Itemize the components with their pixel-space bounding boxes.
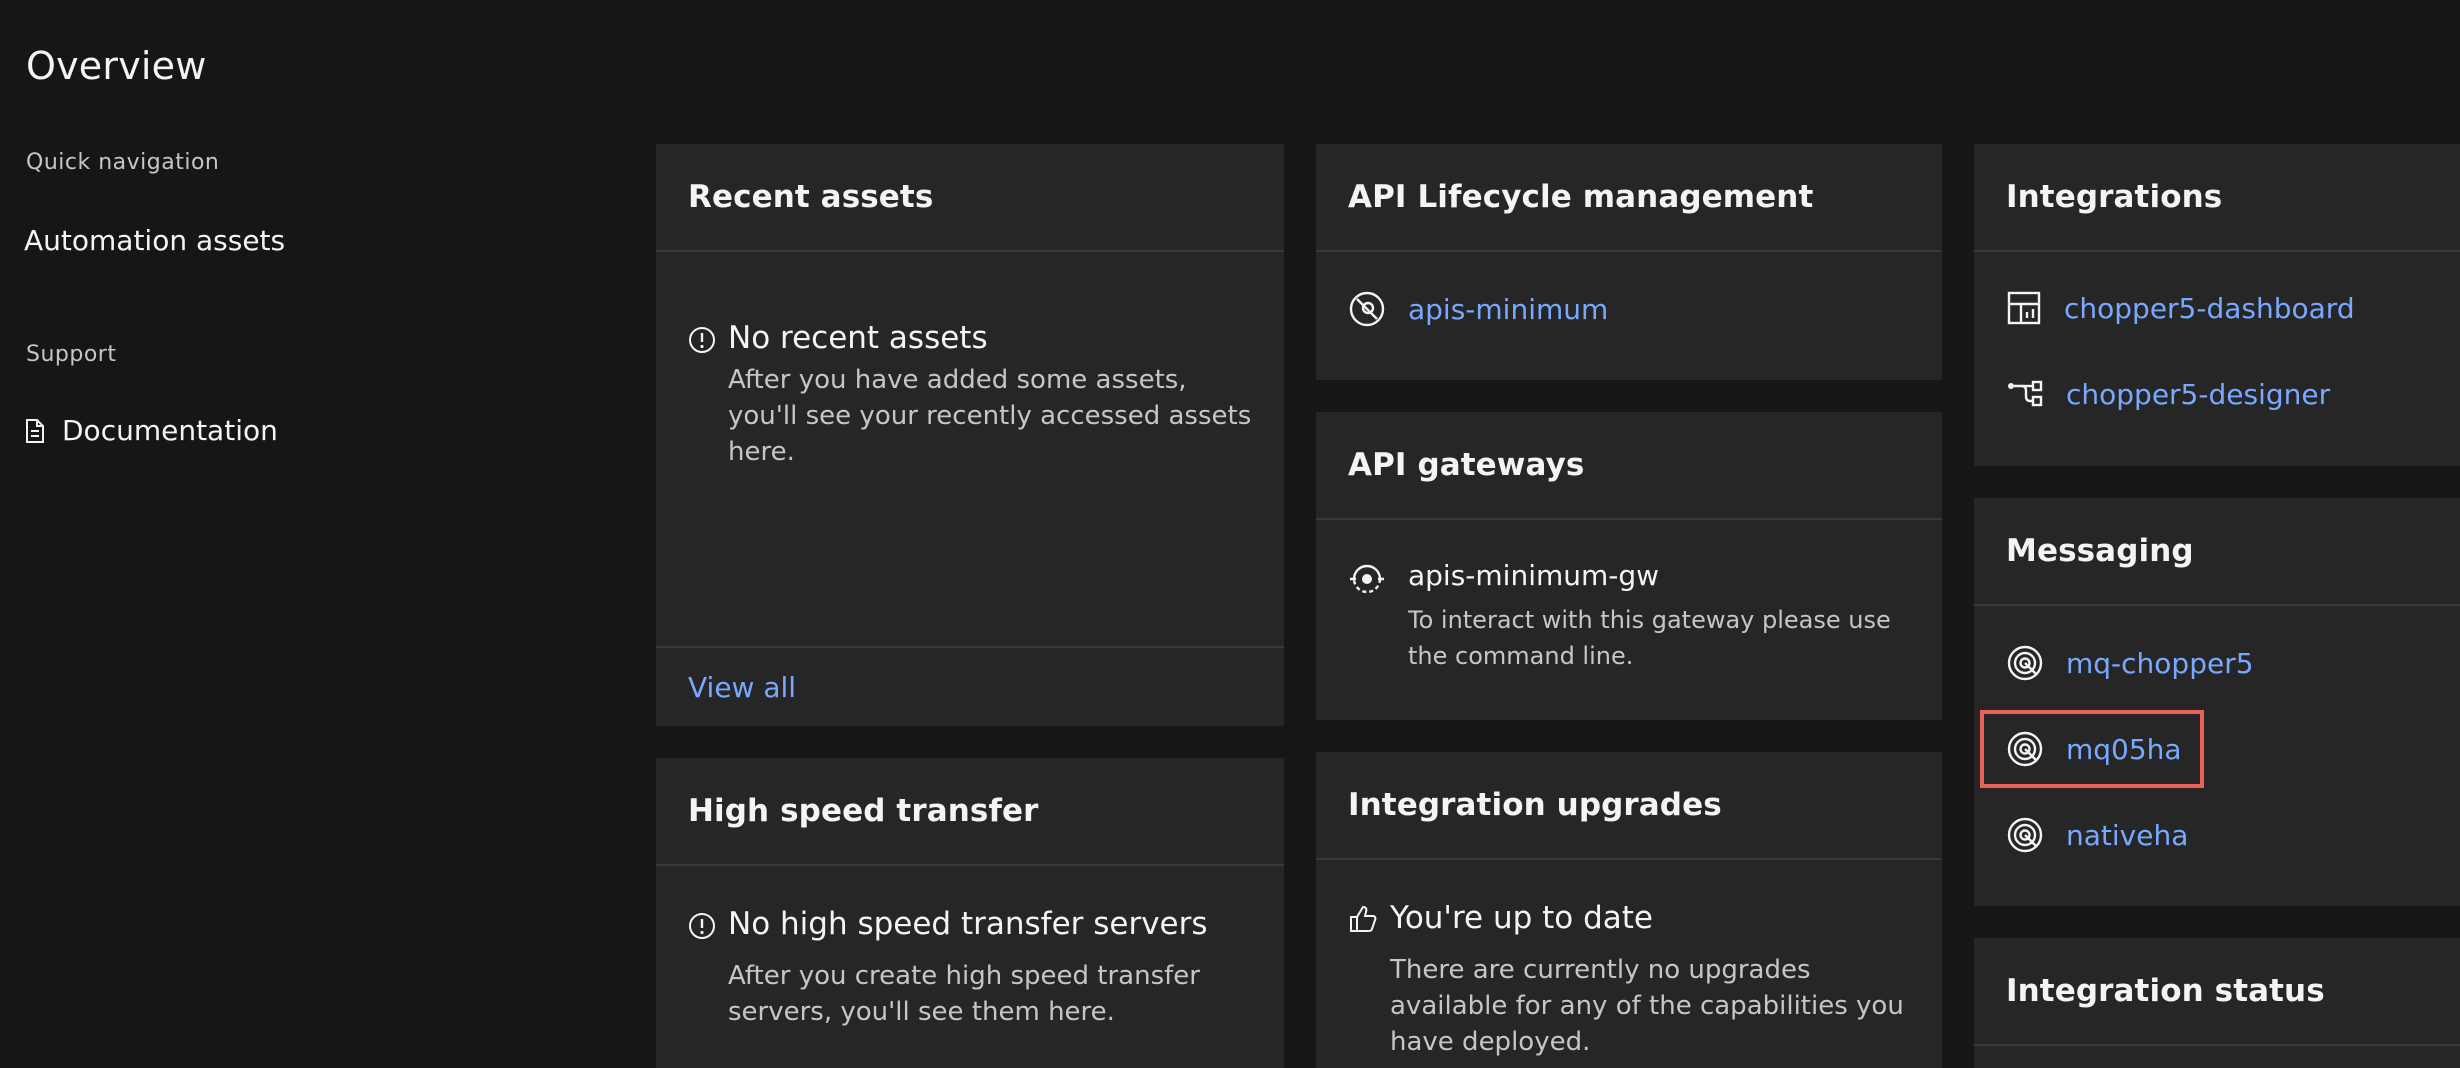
dashboard-icon — [2006, 290, 2042, 326]
api-lifecycle-item[interactable]: apis-minimum — [1348, 290, 1608, 328]
messaging-item-mq05ha[interactable]: mq05ha — [2006, 730, 2182, 768]
integration-status-title: Integration status — [2006, 973, 2325, 1009]
integration-upgrades-tile: Integration upgrades You're up to date T… — [1316, 752, 1942, 1068]
queue-manager-icon — [2006, 730, 2044, 768]
support-heading: Support — [26, 342, 117, 367]
messaging-item-mq-chopper5[interactable]: mq-chopper5 — [2006, 644, 2254, 682]
integration-status-tile: Integration status — [1974, 938, 2460, 1068]
high-speed-empty-body-1: After you create high speed transfer — [728, 961, 1200, 991]
upgrades-status-title: You're up to date — [1390, 900, 1654, 936]
api-lifecycle-title: API Lifecycle management — [1348, 179, 1814, 215]
api-lifecycle-tile: API Lifecycle management apis-minimum — [1316, 144, 1942, 380]
info-icon — [688, 326, 716, 354]
upgrades-body-3: have deployed. — [1390, 1027, 1591, 1057]
api-gateways-tile: API gateways apis-minimum-gw To interact… — [1316, 412, 1942, 720]
api-gateways-header: API gateways — [1316, 412, 1942, 520]
messaging-item-nativeha[interactable]: nativeha — [2006, 816, 2188, 854]
high-speed-empty-body-2: servers, you'll see them here. — [728, 997, 1115, 1027]
view-all-link[interactable]: View all — [688, 671, 796, 704]
messaging-link-mq05ha[interactable]: mq05ha — [2066, 733, 2182, 766]
gateway-desc-1: To interact with this gateway please use — [1408, 606, 1891, 634]
integrations-header: Integrations — [1974, 144, 2460, 252]
integration-item-designer[interactable]: chopper5-designer — [2006, 376, 2330, 412]
queue-manager-icon — [2006, 816, 2044, 854]
documentation-label: Documentation — [62, 414, 278, 447]
info-icon — [688, 912, 716, 940]
document-icon — [24, 418, 46, 444]
queue-manager-icon — [2006, 644, 2044, 682]
upgrades-status: You're up to date There are currently no… — [1348, 898, 1904, 1060]
integrations-title: Integrations — [2006, 179, 2223, 215]
recent-assets-empty-state: No recent assets After you have added so… — [688, 318, 1251, 470]
integration-item-dashboard[interactable]: chopper5-dashboard — [2006, 290, 2355, 326]
api-lifecycle-item-link[interactable]: apis-minimum — [1408, 293, 1608, 326]
high-speed-transfer-header: High speed transfer — [656, 758, 1284, 866]
messaging-title: Messaging — [2006, 533, 2194, 569]
recent-assets-tile: Recent assets No recent assets After you… — [656, 144, 1284, 726]
high-speed-transfer-tile: High speed transfer No high speed transf… — [656, 758, 1284, 1068]
integration-status-header: Integration status — [1974, 938, 2460, 1046]
gateway-name: apis-minimum-gw — [1408, 559, 1660, 592]
messaging-header: Messaging — [1974, 498, 2460, 606]
upgrades-body-1: There are currently no upgrades — [1390, 955, 1811, 985]
api-gateways-title: API gateways — [1348, 447, 1585, 483]
recent-assets-header: Recent assets — [656, 144, 1284, 252]
gateway-icon — [1348, 560, 1386, 674]
upgrades-body-2: available for any of the capabilities yo… — [1390, 991, 1904, 1021]
quick-navigation-heading: Quick navigation — [26, 150, 220, 175]
recent-assets-empty-body-1: After you have added some assets, — [728, 365, 1187, 395]
nav-link-documentation[interactable]: Documentation — [24, 414, 278, 447]
api-lifecycle-header: API Lifecycle management — [1316, 144, 1942, 252]
high-speed-empty-state: No high speed transfer servers After you… — [688, 904, 1208, 1030]
messaging-link-mq-chopper5[interactable]: mq-chopper5 — [2066, 647, 2254, 680]
gateway-item: apis-minimum-gw To interact with this ga… — [1348, 558, 1891, 674]
messaging-link-nativeha[interactable]: nativeha — [2066, 819, 2188, 852]
recent-assets-empty-body-3: here. — [728, 437, 795, 467]
recent-assets-title: Recent assets — [688, 179, 934, 215]
thumbs-up-icon — [1348, 904, 1378, 934]
integration-link-dashboard[interactable]: chopper5-dashboard — [2064, 292, 2355, 325]
recent-assets-empty-body-2: you'll see your recently accessed assets — [728, 401, 1252, 431]
api-icon — [1348, 290, 1386, 328]
high-speed-empty-title: No high speed transfer servers — [728, 906, 1208, 942]
integrations-tile: Integrations chopper5-dashboard chopper5… — [1974, 144, 2460, 466]
recent-assets-footer: View all — [656, 646, 1284, 726]
integration-link-designer[interactable]: chopper5-designer — [2066, 378, 2330, 411]
nav-link-automation-assets[interactable]: Automation assets — [24, 224, 285, 257]
integration-upgrades-header: Integration upgrades — [1316, 752, 1942, 860]
page-title: Overview — [26, 44, 207, 88]
integration-upgrades-title: Integration upgrades — [1348, 787, 1722, 823]
high-speed-transfer-title: High speed transfer — [688, 793, 1039, 829]
recent-assets-empty-title: No recent assets — [728, 320, 988, 356]
gateway-desc-2: the command line. — [1408, 642, 1634, 670]
messaging-tile: Messaging mq-chopper5 mq05ha nativeha — [1974, 498, 2460, 906]
designer-flow-icon — [2006, 376, 2044, 412]
